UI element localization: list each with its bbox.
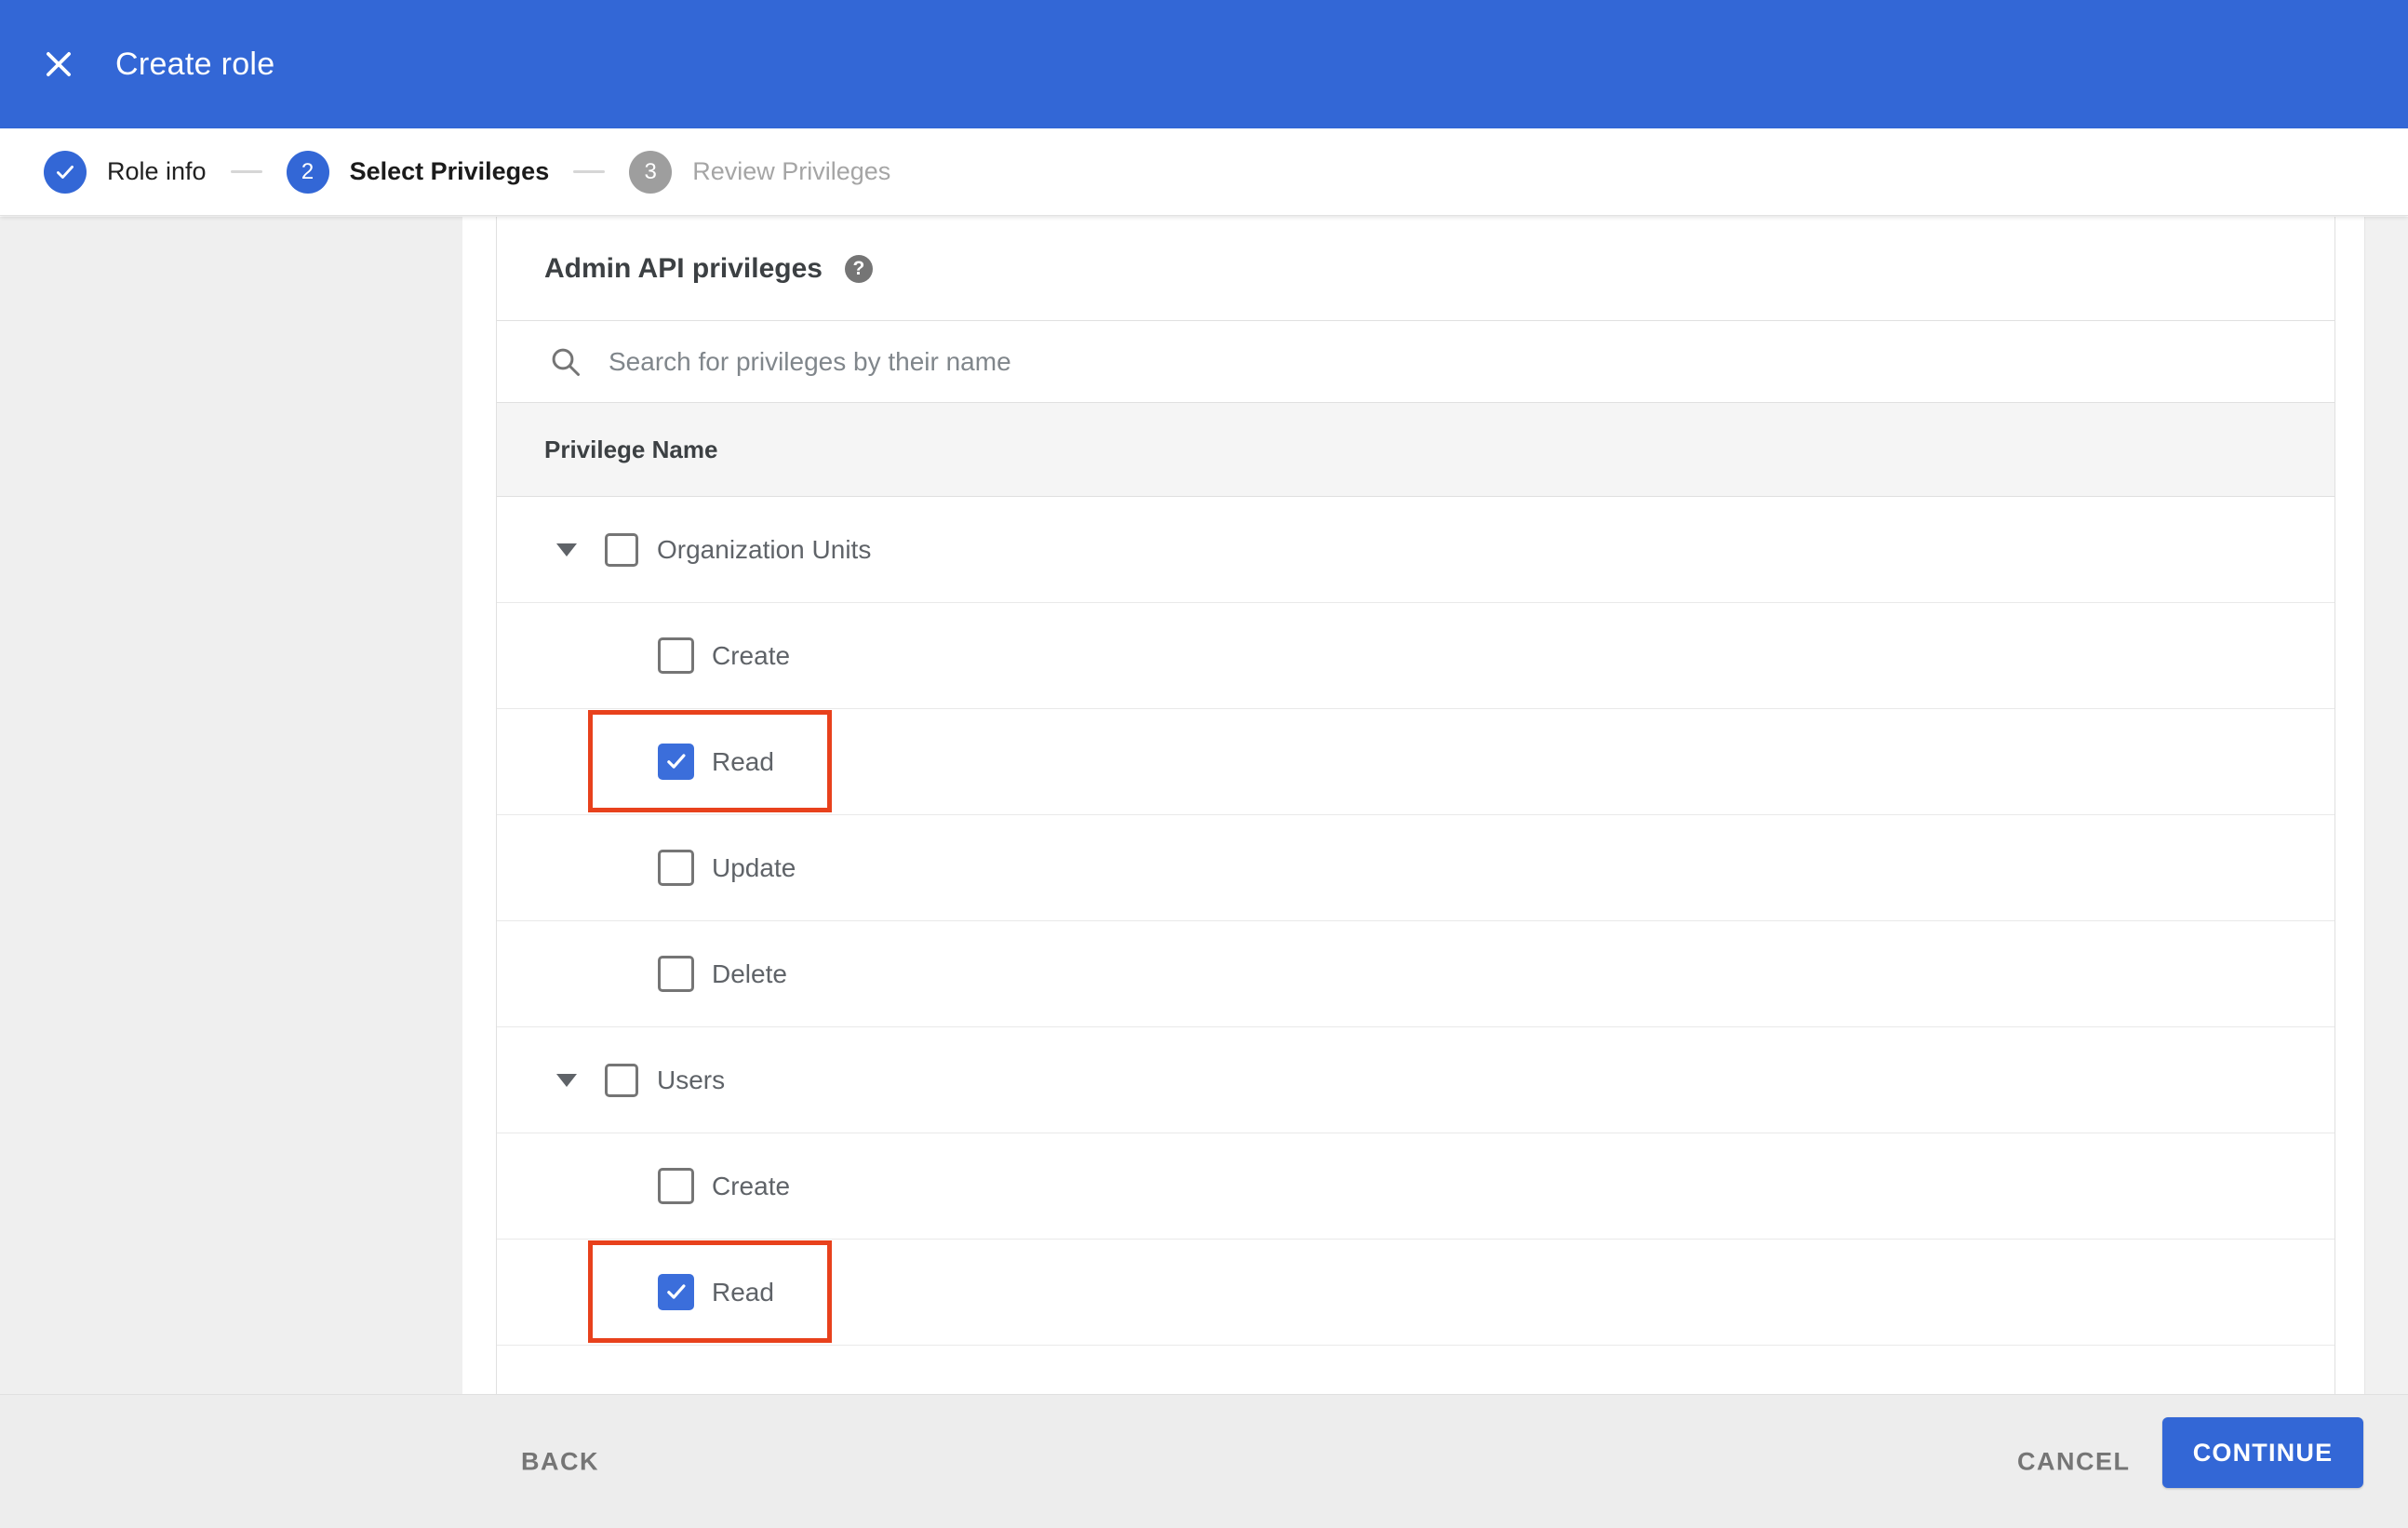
section-title-row: Admin API privileges ?	[497, 217, 2334, 321]
table-row: Update	[497, 815, 2334, 921]
privilege-search-input[interactable]	[607, 345, 1913, 378]
privilege-label: Update	[712, 852, 796, 882]
checkbox-checked[interactable]	[658, 1273, 694, 1310]
checkbox-unchecked[interactable]	[658, 637, 694, 674]
table-row: Read	[497, 1240, 2334, 1346]
table-column-header: Privilege Name	[497, 403, 2334, 497]
dialog-title: Create role	[115, 46, 275, 82]
privilege-label: Read	[712, 746, 774, 776]
step-separator	[230, 170, 262, 173]
search-row	[497, 321, 2334, 403]
table-row: Create	[497, 1133, 2334, 1240]
step-role-info[interactable]: Role info	[44, 150, 207, 194]
help-question-icon[interactable]: ?	[844, 254, 873, 283]
scrollbar-track[interactable]	[2364, 217, 2408, 1394]
step-label: Review Privileges	[692, 157, 891, 185]
checkbox-checked[interactable]	[658, 743, 694, 780]
privilege-label: Organization Units	[657, 534, 872, 564]
step-check-icon	[44, 150, 87, 194]
table-row: Read	[497, 709, 2334, 815]
left-empty-panel	[0, 217, 462, 1394]
section-title: Admin API privileges	[544, 252, 823, 284]
checkbox-unchecked[interactable]	[658, 955, 694, 992]
step-review-privileges: 3 Review Privileges	[629, 150, 891, 194]
dialog-body: Admin API privileges ? Privilege Name Or…	[0, 217, 2408, 1394]
collapse-arrow-icon[interactable]	[556, 543, 577, 556]
highlight-box	[588, 710, 832, 812]
table-filler	[497, 1346, 2334, 1394]
search-magnifier-icon	[549, 345, 582, 379]
table-row: Users	[497, 1027, 2334, 1133]
step-select-privileges[interactable]: 2 Select Privileges	[286, 150, 550, 194]
checkbox-unchecked[interactable]	[605, 1063, 638, 1097]
stepper: Role info 2 Select Privileges 3 Review P…	[0, 128, 2408, 216]
privilege-label: Read	[712, 1277, 774, 1307]
footer-bar: BACK CANCEL CONTINUE	[0, 1394, 2408, 1528]
close-button[interactable]	[26, 32, 91, 97]
privilege-rows: Organization Units Create Read Update Delete…	[497, 497, 2334, 1346]
step-number-badge: 3	[629, 150, 673, 194]
table-row: Delete	[497, 921, 2334, 1027]
back-button[interactable]: BACK	[508, 1438, 612, 1485]
privilege-label: Create	[712, 640, 791, 670]
step-label: Select Privileges	[349, 157, 550, 185]
checkbox-unchecked[interactable]	[658, 1167, 694, 1204]
table-row: Create	[497, 603, 2334, 709]
step-label: Role info	[107, 157, 207, 185]
privilege-label: Users	[657, 1065, 726, 1094]
privilege-label: Delete	[712, 958, 787, 988]
column-header-label: Privilege Name	[544, 435, 718, 463]
table-row: Organization Units	[497, 497, 2334, 603]
cancel-button[interactable]: CANCEL	[2004, 1438, 2144, 1485]
step-separator	[573, 170, 606, 173]
step-number-badge: 2	[286, 150, 329, 194]
close-x-icon	[41, 47, 76, 82]
privileges-panel: Admin API privileges ? Privilege Name Or…	[496, 217, 2335, 1394]
collapse-arrow-icon[interactable]	[556, 1073, 577, 1087]
checkbox-unchecked[interactable]	[658, 849, 694, 886]
checkbox-unchecked[interactable]	[605, 532, 638, 567]
privilege-label: Create	[712, 1171, 791, 1200]
continue-button[interactable]: CONTINUE	[2162, 1417, 2363, 1488]
highlight-box	[588, 1240, 832, 1343]
app-bar: Create role	[0, 0, 2408, 128]
create-role-dialog: Create role Role info 2 Select Privilege…	[0, 0, 2408, 1528]
